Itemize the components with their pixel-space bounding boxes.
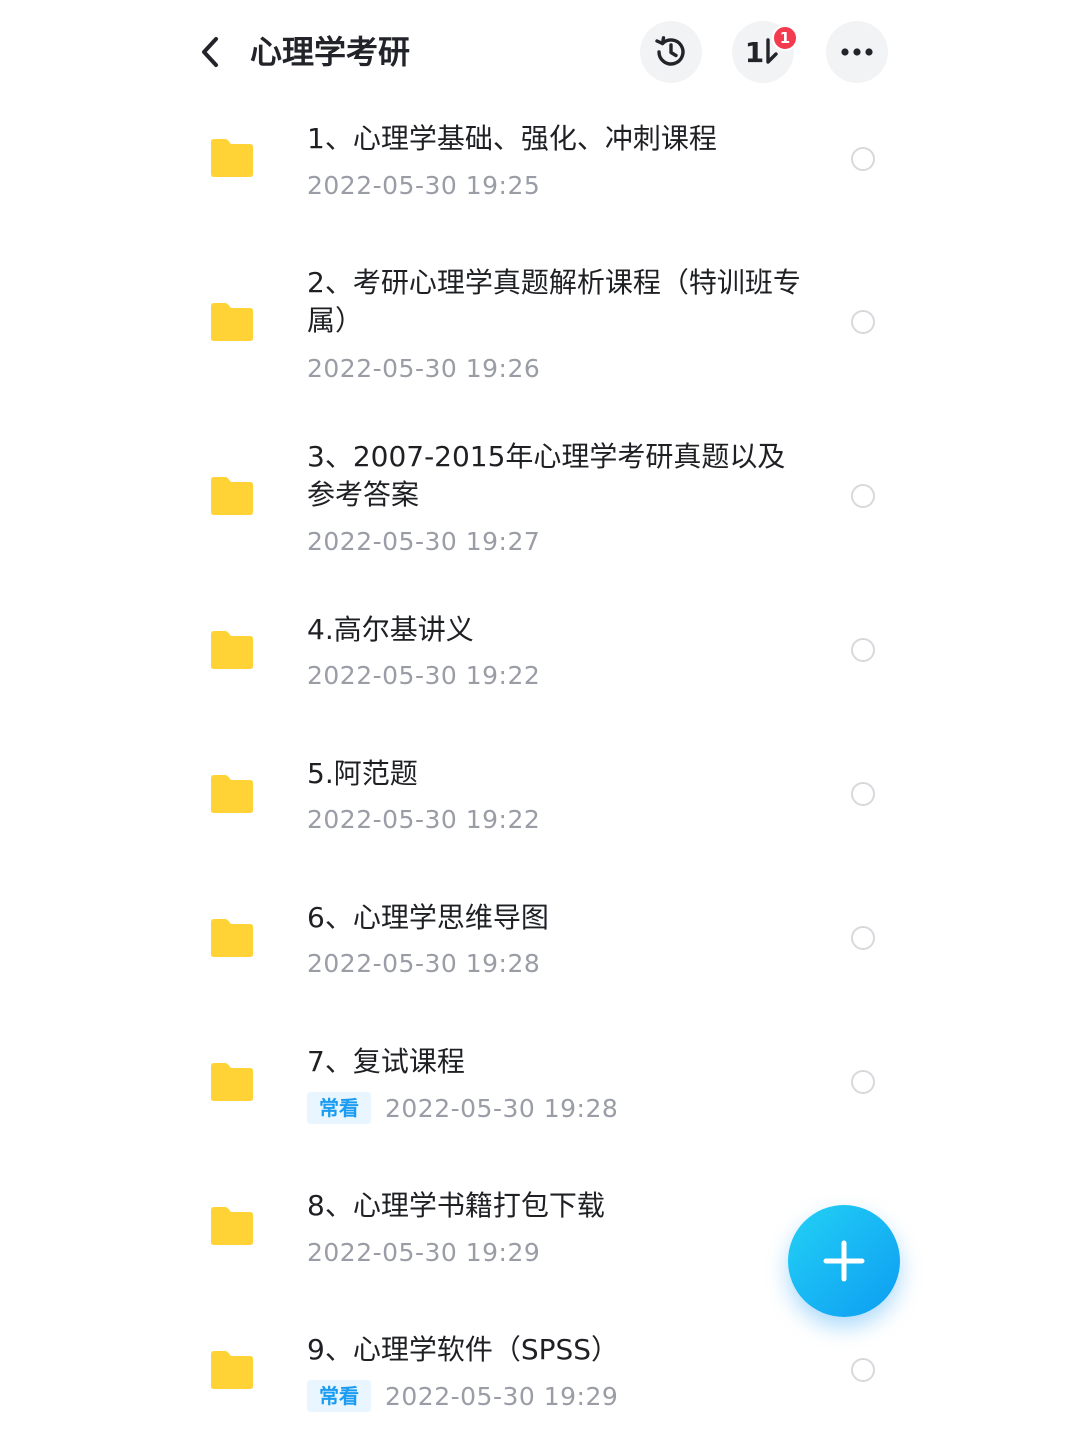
modified-time: 2022-05-30 19:27 xyxy=(307,526,541,556)
folder-icon xyxy=(211,1063,253,1101)
history-clock-icon xyxy=(655,36,685,66)
history-button[interactable] xyxy=(640,21,702,83)
folder-name: 8、心理学书籍打包下载 xyxy=(307,1189,605,1222)
folder-name: 7、复试课程 xyxy=(307,1045,465,1078)
more-button[interactable] xyxy=(826,21,888,83)
more-horizontal-icon xyxy=(841,48,873,56)
folder-icon xyxy=(211,303,253,341)
back-button[interactable] xyxy=(190,28,230,76)
notification-badge: 1 xyxy=(772,25,798,51)
modified-time: 2022-05-30 19:22 xyxy=(307,660,541,690)
select-radio[interactable] xyxy=(851,484,875,508)
chevron-left-icon xyxy=(202,37,218,67)
folder-meta: 2022-05-30 19:26 xyxy=(307,351,540,385)
modified-time: 2022-05-30 19:28 xyxy=(385,1093,619,1123)
top-bar: 心理学考研 1 1 xyxy=(0,0,1080,105)
frequent-tag: 常看 xyxy=(307,1092,371,1124)
folder-name: 4.高尔基讲义 xyxy=(307,613,474,646)
folder-icon xyxy=(211,775,253,813)
folder-icon xyxy=(211,477,253,515)
select-radio[interactable] xyxy=(851,638,875,662)
modified-time: 2022-05-30 19:22 xyxy=(307,804,541,834)
select-radio[interactable] xyxy=(851,782,875,806)
folder-name: 2、考研心理学真题解析课程（特训班专属） xyxy=(307,266,801,337)
modified-time: 2022-05-30 19:29 xyxy=(307,1237,541,1267)
folder-name: 6、心理学思维导图 xyxy=(307,901,549,934)
list-item[interactable]: 3、2007-2015年心理学考研真题以及参考答案 2022-05-30 19:… xyxy=(0,422,1080,597)
select-radio[interactable] xyxy=(851,310,875,334)
add-button[interactable] xyxy=(788,1205,900,1317)
folder-meta: 2022-05-30 19:27 xyxy=(307,524,540,558)
list-item[interactable]: 5.阿范题 2022-05-30 19:22 xyxy=(0,737,1080,881)
list-item[interactable]: 2、考研心理学真题解析课程（特训班专属） 2022-05-30 19:26 xyxy=(0,250,1080,422)
modified-time: 2022-05-30 19:26 xyxy=(307,353,541,383)
folder-meta: 2022-05-30 19:22 xyxy=(307,802,540,836)
select-radio[interactable] xyxy=(851,926,875,950)
sort-label: 1 xyxy=(744,35,765,69)
folder-icon xyxy=(211,139,253,177)
frequent-tag: 常看 xyxy=(307,1380,371,1412)
modified-time: 2022-05-30 19:28 xyxy=(307,948,541,978)
list-item[interactable]: 7、复试课程 常看 2022-05-30 19:28 xyxy=(0,1025,1080,1169)
folder-meta: 2022-05-30 19:29 xyxy=(307,1235,540,1269)
folder-name: 1、心理学基础、强化、冲刺课程 xyxy=(307,122,717,155)
modified-time: 2022-05-30 19:29 xyxy=(385,1381,619,1411)
sort-button[interactable]: 1 1 xyxy=(732,21,798,83)
folder-icon xyxy=(211,1207,253,1245)
folder-meta: 常看 2022-05-30 19:29 xyxy=(307,1379,618,1413)
select-radio[interactable] xyxy=(851,1358,875,1382)
folder-name: 9、心理学软件（SPSS） xyxy=(307,1333,620,1366)
folder-name: 5.阿范题 xyxy=(307,757,418,790)
select-radio[interactable] xyxy=(851,1070,875,1094)
folder-meta: 2022-05-30 19:22 xyxy=(307,658,540,692)
select-radio[interactable] xyxy=(851,147,875,171)
list-item[interactable]: 4.高尔基讲义 2022-05-30 19:22 xyxy=(0,597,1080,737)
folder-meta: 2022-05-30 19:28 xyxy=(307,946,540,980)
page-title: 心理学考研 xyxy=(250,33,411,71)
folder-icon xyxy=(211,919,253,957)
folder-icon xyxy=(211,631,253,669)
modified-time: 2022-05-30 19:25 xyxy=(307,170,541,200)
list-item[interactable]: 1、心理学基础、强化、冲刺课程 2022-05-30 19:25 xyxy=(0,105,1080,250)
folder-meta: 常看 2022-05-30 19:28 xyxy=(307,1091,618,1125)
folder-name: 3、2007-2015年心理学考研真题以及参考答案 xyxy=(307,440,786,511)
list-item[interactable]: 8、心理学书籍打包下载 2022-05-30 19:29 xyxy=(0,1169,1080,1313)
folder-icon xyxy=(211,1351,253,1389)
plus-icon xyxy=(823,1240,865,1282)
list-item[interactable]: 9、心理学软件（SPSS） 常看 2022-05-30 19:29 xyxy=(0,1313,1080,1440)
folder-meta: 2022-05-30 19:25 xyxy=(307,168,540,202)
list-item[interactable]: 6、心理学思维导图 2022-05-30 19:28 xyxy=(0,881,1080,1025)
